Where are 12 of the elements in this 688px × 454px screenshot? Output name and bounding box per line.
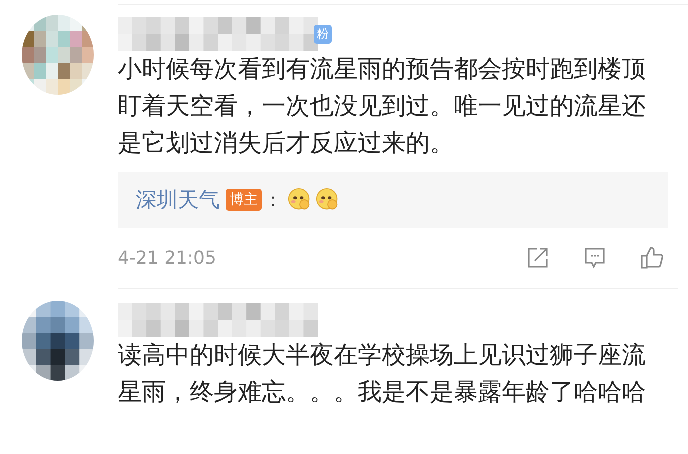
comment-icon[interactable] — [583, 246, 607, 270]
thumbs-up-icon[interactable] — [640, 246, 664, 270]
comment-text: 读高中的时候大半夜在学校操场上见识过狮子座流星雨，终身难忘。。。我是不是暴露年龄了哈哈哈 — [118, 340, 647, 408]
comment-time: 4-21 21:05 — [118, 248, 216, 268]
comment-text: 小时候每次看到有流星雨的预告都会按时跑到楼顶盯着天空看，一次也没见到过。唯一见过的流星还是它划过消失后才反应过来的。 — [118, 54, 647, 159]
emoji-icon — [316, 188, 340, 212]
fan-badge: 粉 — [314, 24, 332, 44]
share-icon[interactable] — [526, 246, 550, 270]
reply-author[interactable]: 深圳天气 — [136, 186, 220, 214]
emoji-icon — [288, 188, 312, 212]
reply-colon: ： — [264, 189, 282, 212]
blogger-badge: 博主 — [226, 189, 262, 211]
